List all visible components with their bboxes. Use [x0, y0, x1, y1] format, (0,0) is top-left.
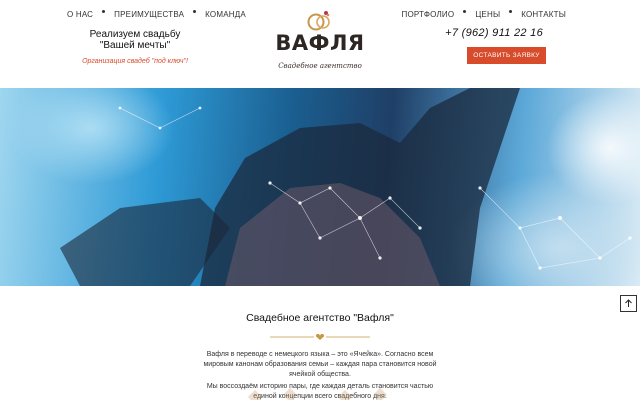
nav-separator — [193, 10, 197, 13]
nav-item-contacts[interactable]: КОНТАКТЫ — [521, 10, 566, 19]
nav-item-advantages[interactable]: ПРЕИМУЩЕСТВА — [114, 10, 184, 19]
hero-banner — [0, 88, 640, 286]
nav-item-portfolio[interactable]: ПОРТФОЛИО — [402, 10, 455, 19]
arrow-up-icon — [625, 299, 632, 307]
nav-item-prices[interactable]: ЦЕНЫ — [475, 10, 500, 19]
tagline-line2: "Вашей мечты" — [99, 40, 171, 51]
nav-item-label[interactable]: ПРЕИМУЩЕСТВА — [114, 10, 184, 19]
nav-separator — [509, 10, 513, 13]
nav-separator — [463, 10, 467, 13]
logo-subtitle: Свадебное агентство — [278, 62, 362, 70]
nav-item-label[interactable]: О НАС — [67, 10, 93, 19]
nav-separator — [102, 10, 106, 13]
nav-left: О НАС ПРЕИМУЩЕСТВА КОМАНДА — [67, 10, 246, 19]
scroll-to-top-button[interactable] — [620, 295, 637, 312]
nav-item-about[interactable]: О НАС — [67, 10, 93, 19]
tagline: Реализуем свадьбу "Вашей мечты" — [70, 29, 200, 51]
hero-image — [60, 88, 632, 286]
nav-item-label[interactable]: ЦЕНЫ — [475, 10, 500, 19]
rings-icon — [307, 11, 330, 31]
heart-divider-icon — [270, 334, 370, 340]
waffle-pattern-decoration — [247, 387, 388, 400]
logo-name: ВАФЛЯ — [275, 31, 365, 55]
phone-number[interactable]: +7 (962) 911 22 16 — [445, 27, 543, 39]
tagline-subtitle: Организация свадеб "под ключ"! — [82, 58, 188, 65]
logo[interactable]: ВАФЛЯ Свадебное агентство — [272, 9, 368, 75]
nav-item-label[interactable]: КОНТАКТЫ — [521, 10, 566, 19]
nav-item-label[interactable]: КОМАНДА — [205, 10, 246, 19]
tagline-line1: Реализуем свадьбу — [89, 29, 181, 40]
section-title: Свадебное агентство "Вафля" — [246, 312, 394, 324]
nav-item-team[interactable]: КОМАНДА — [205, 10, 246, 19]
about-section: Свадебное агентство "Вафля" Вафля в пере… — [0, 286, 640, 400]
request-button[interactable]: ОСТАВИТЬ ЗАЯВКУ — [467, 47, 546, 64]
about-paragraph-1: Вафля в переводе с немецкого языка – это… — [203, 351, 437, 378]
nav-item-label[interactable]: ПОРТФОЛИО — [402, 10, 455, 19]
site-header: О НАС ПРЕИМУЩЕСТВА КОМАНДА Реализуем сва… — [0, 0, 640, 88]
nav-right: ПОРТФОЛИО ЦЕНЫ КОНТАКТЫ — [402, 10, 567, 19]
